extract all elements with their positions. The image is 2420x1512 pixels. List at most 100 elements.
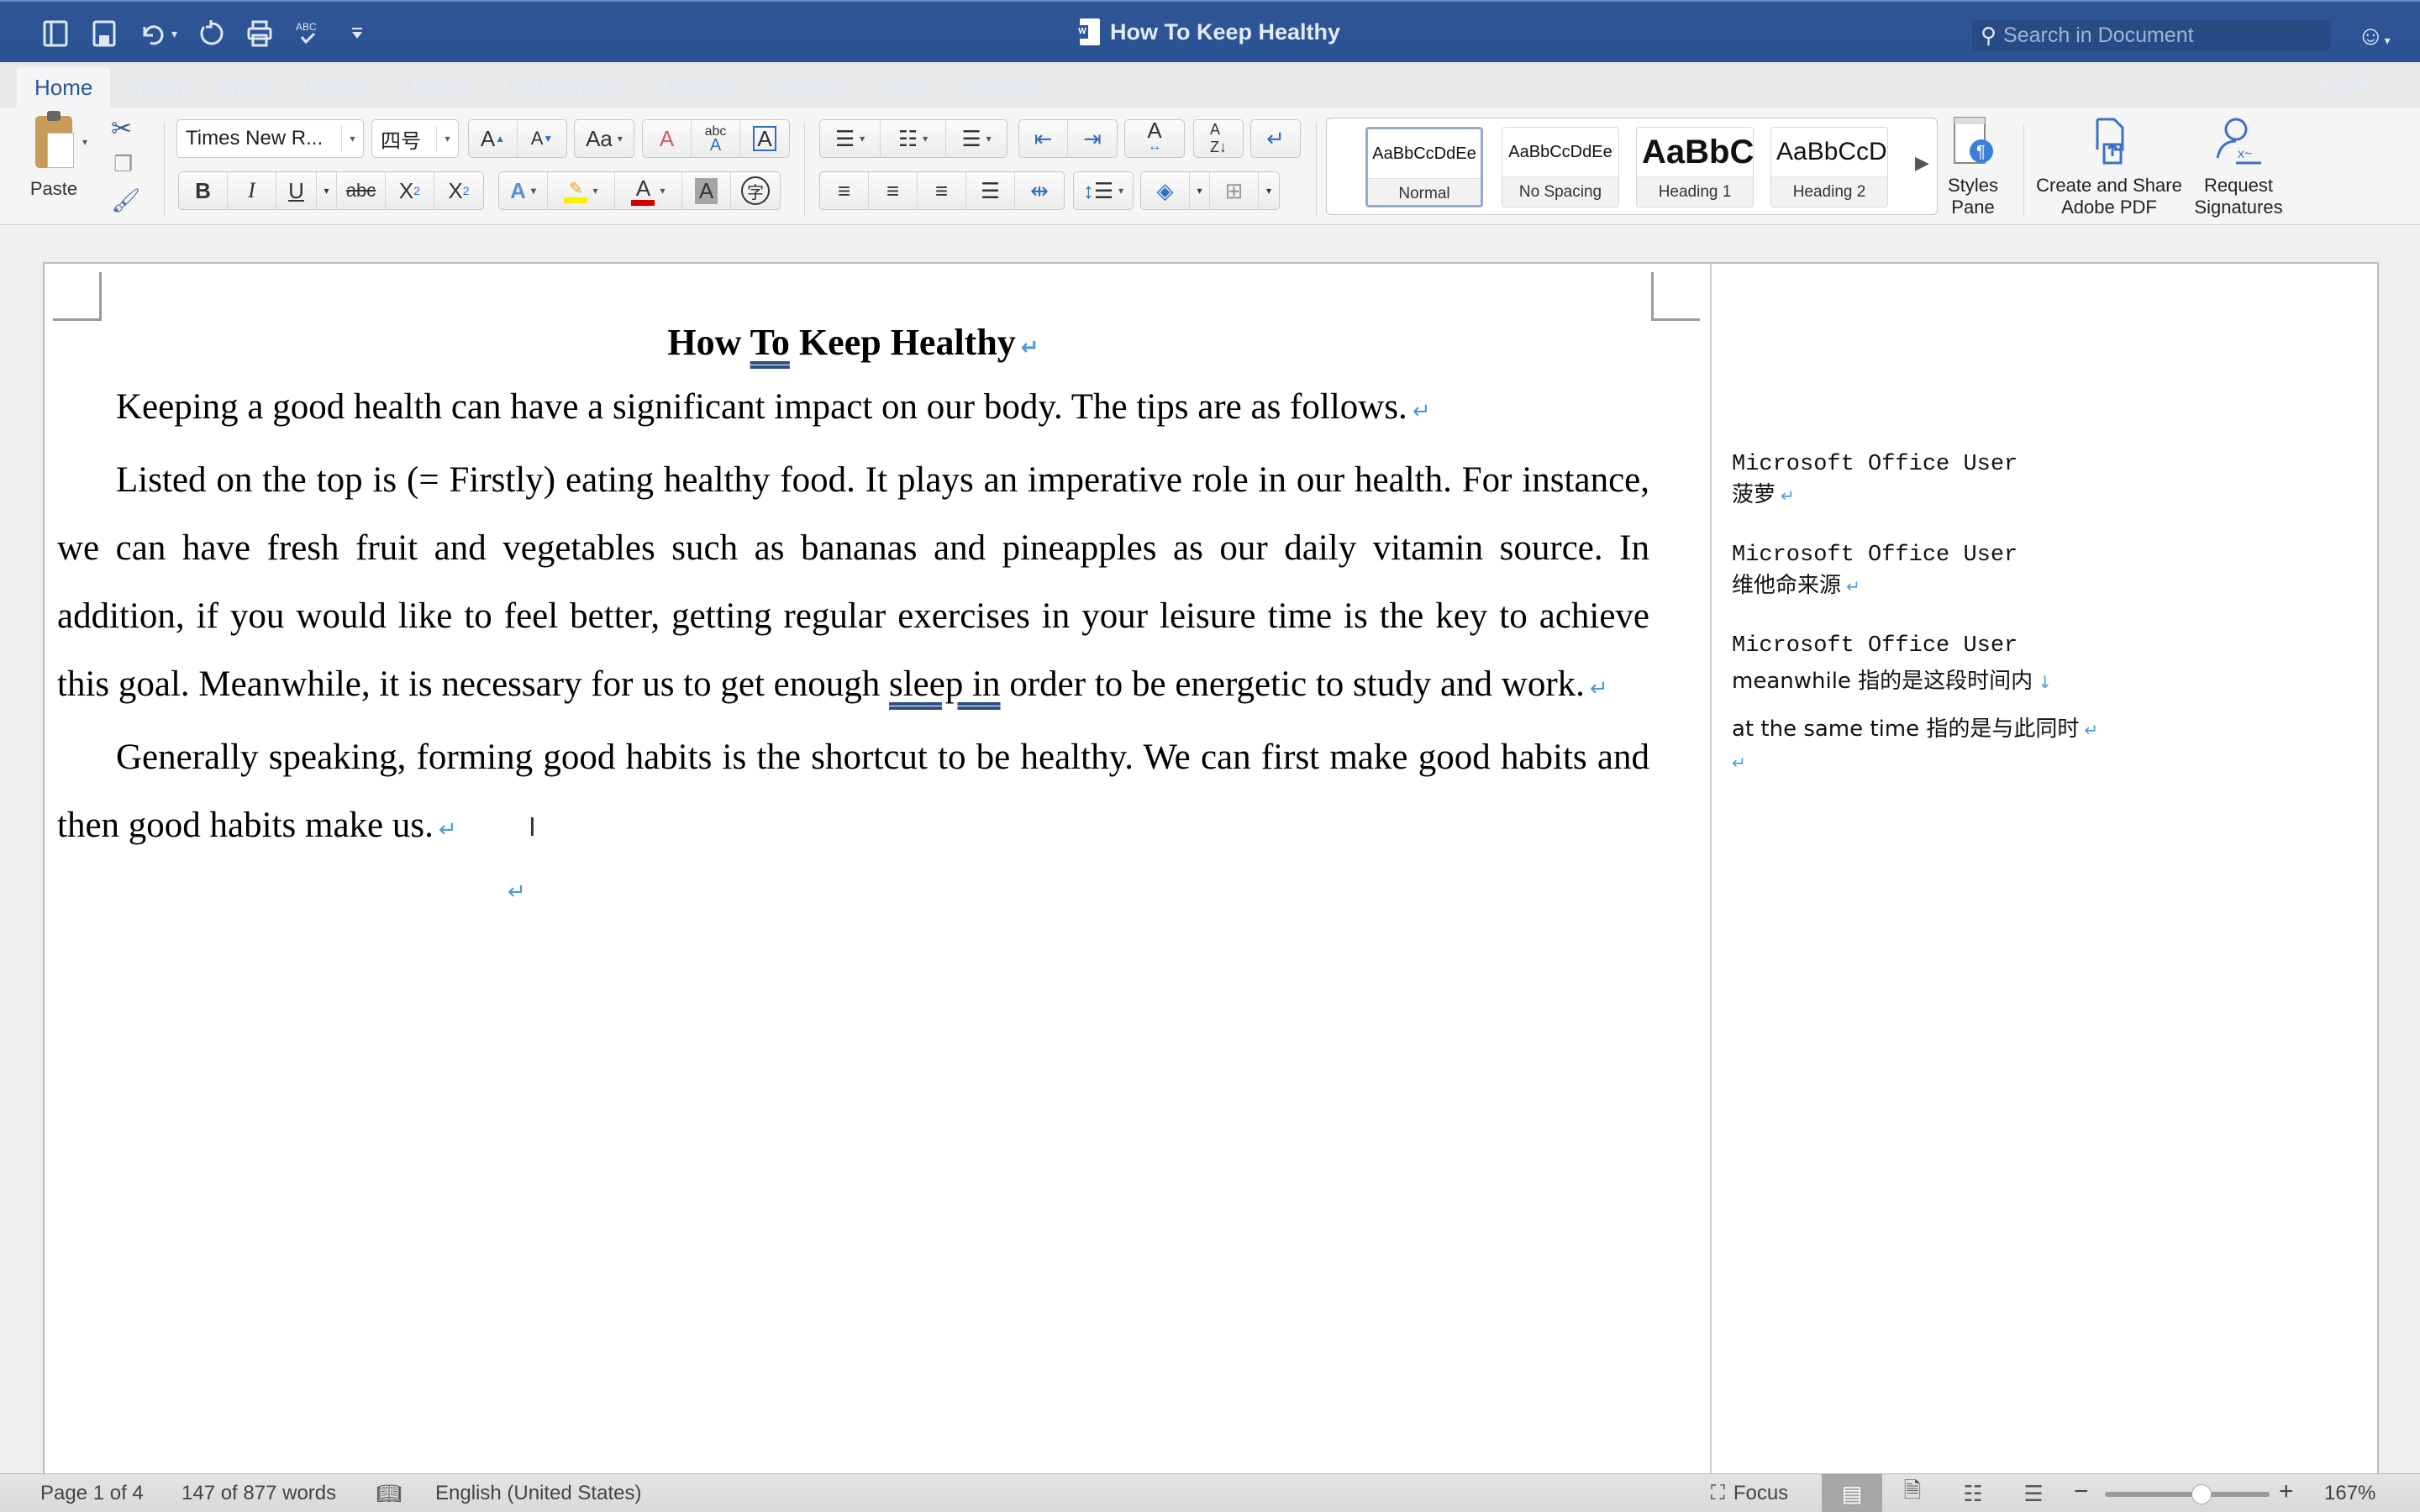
tab-review[interactable]: Review: [753, 67, 860, 108]
asian-layout-icon[interactable]: A ↔: [1125, 119, 1184, 157]
focus-button[interactable]: ⛶ Focus: [1711, 1482, 1788, 1505]
grow-font-icon[interactable]: A ▲: [469, 120, 518, 157]
request-signatures-button[interactable]: x~ Request Signatures: [2189, 114, 2288, 218]
line-spacing-icon[interactable]: ↕ ☰ ▾: [1074, 172, 1133, 209]
style-no-spacing[interactable]: AaBbCcDdEe No Spacing: [1502, 127, 1619, 207]
multilevel-list-icon[interactable]: ☰ ▾: [946, 120, 1007, 157]
change-case-icon[interactable]: Aa ▾: [575, 120, 634, 157]
create-share-pdf-button[interactable]: Create and Share Adobe PDF: [2032, 114, 2186, 218]
tab-draw[interactable]: Draw: [200, 67, 287, 108]
justify-icon[interactable]: ☰: [966, 172, 1015, 209]
word-count[interactable]: 147 of 877 words: [182, 1482, 336, 1505]
save-icon[interactable]: [89, 18, 119, 49]
alignment-group: ≡ ≡ ≡ ☰ ⇹: [819, 171, 1065, 210]
zoom-level[interactable]: 167%: [2324, 1482, 2375, 1505]
format-painter-icon[interactable]: 🖌︎: [111, 186, 141, 214]
font-color-icon[interactable]: A ▾: [615, 172, 682, 209]
commented-text[interactable]: sleep in: [889, 664, 1001, 704]
tab-view[interactable]: View: [860, 67, 943, 108]
style-heading-2[interactable]: AaBbCcDc Heading 2: [1770, 127, 1888, 207]
character-shading-icon[interactable]: A: [682, 172, 731, 209]
shading-icon[interactable]: ◈: [1141, 172, 1190, 209]
font-size-combo[interactable]: 四号 ▾: [371, 119, 459, 158]
print-icon[interactable]: [245, 18, 275, 49]
tab-layout[interactable]: Layout: [390, 67, 491, 108]
search-input[interactable]: [2003, 24, 2307, 48]
redo-icon[interactable]: [196, 18, 226, 49]
undo-icon[interactable]: ▾: [138, 18, 177, 49]
text-effects-icon[interactable]: A ▾: [499, 172, 548, 209]
borders-icon[interactable]: ⊞: [1210, 172, 1259, 209]
highlight-color-icon[interactable]: ✎ ▾: [548, 172, 615, 209]
bold-button[interactable]: B: [179, 172, 228, 209]
tab-acrobat[interactable]: Acrobat: [943, 67, 1054, 108]
comment[interactable]: Microsoft Office User 维他命来源 ↵: [1732, 541, 2018, 602]
distributed-icon[interactable]: ⇹: [1015, 172, 1064, 209]
zoom-slider[interactable]: [2105, 1484, 2270, 1504]
decrease-indent-icon[interactable]: ⇤: [1019, 120, 1068, 157]
zoom-in-button[interactable]: +: [2279, 1478, 2294, 1506]
comment[interactable]: Microsoft Office User meanwhile 指的是这段时间内…: [1732, 632, 2098, 779]
tab-home[interactable]: Home: [17, 67, 111, 108]
print-layout-view-icon[interactable]: ▤: [1822, 1474, 1882, 1512]
strikethrough-button[interactable]: abc: [337, 172, 386, 209]
style-heading-1[interactable]: AaBbCc Heading 1: [1636, 127, 1754, 207]
gallery-next-icon[interactable]: ▶: [1915, 152, 1929, 174]
copy-icon[interactable]: ❐: [113, 151, 133, 177]
align-center-icon[interactable]: ≡: [869, 172, 918, 209]
sort-icon[interactable]: A Z↓: [1194, 120, 1243, 157]
document-body[interactable]: How To Keep Healthy ↵ Keeping a good heal…: [57, 312, 1649, 932]
proofing-icon[interactable]: 📖︎: [376, 1482, 402, 1506]
paragraph-mark-icon: ↵: [2084, 720, 2099, 740]
comment[interactable]: Microsoft Office User 菠萝 ↵: [1732, 450, 2018, 512]
zoom-slider-thumb[interactable]: [2191, 1484, 2212, 1504]
tab-mailings[interactable]: Mailings: [638, 67, 753, 108]
chevron-down-icon[interactable]: ▾: [436, 125, 458, 152]
bullets-icon[interactable]: ☰ ▾: [820, 120, 881, 157]
numbering-icon[interactable]: ☷ ▾: [881, 120, 946, 157]
outline-view-icon[interactable]: ☷: [1943, 1474, 2003, 1512]
align-left-icon[interactable]: ≡: [820, 172, 869, 209]
align-right-icon[interactable]: ≡: [918, 172, 966, 209]
collapse-ribbon-icon[interactable]: ^: [2373, 71, 2382, 94]
search-box[interactable]: ⚲: [1972, 20, 2330, 51]
sidebar-icon[interactable]: [40, 18, 71, 49]
spellcheck-icon[interactable]: ABC: [293, 18, 324, 49]
paragraph-mark-icon: ↵: [1020, 335, 1039, 360]
share-button[interactable]: 👤︎+ Share: [2259, 69, 2370, 96]
italic-button[interactable]: I: [228, 172, 276, 209]
increase-indent-icon[interactable]: ⇥: [1068, 120, 1117, 157]
styles-pane-icon: ¶: [1954, 117, 1993, 164]
shading-dropdown-icon[interactable]: ▾: [1190, 172, 1210, 209]
paste-button[interactable]: Paste: [20, 111, 87, 200]
language-indicator[interactable]: English (United States): [435, 1482, 641, 1505]
superscript-button[interactable]: X2: [434, 172, 483, 209]
customize-toolbar-icon[interactable]: [342, 18, 372, 49]
paste-dropdown-icon[interactable]: ▾: [82, 136, 87, 148]
underline-dropdown-icon[interactable]: ▾: [317, 172, 337, 209]
character-border-icon[interactable]: A: [740, 120, 789, 157]
zoom-out-button[interactable]: −: [2074, 1478, 2089, 1506]
page-indicator[interactable]: Page 1 of 4: [40, 1482, 144, 1505]
draft-view-icon[interactable]: ☰: [2003, 1474, 2064, 1512]
tab-insert[interactable]: Insert: [110, 67, 200, 108]
style-normal[interactable]: AaBbCcDdEe Normal: [1365, 127, 1483, 207]
feedback-smiley-icon[interactable]: ☺▾: [2357, 20, 2391, 51]
subscript-button[interactable]: X2: [386, 172, 434, 209]
underline-button[interactable]: U: [276, 172, 317, 209]
tab-design[interactable]: Design: [287, 67, 390, 108]
clear-formatting-icon[interactable]: A: [643, 120, 692, 157]
styles-pane-button[interactable]: ¶ Styles Pane: [1943, 114, 2003, 218]
borders-dropdown-icon[interactable]: ▾: [1259, 172, 1279, 209]
cut-icon[interactable]: ✂: [111, 114, 132, 144]
sort-group: A Z↓: [1193, 119, 1244, 158]
tab-references[interactable]: References: [491, 67, 638, 108]
show-marks-group: ↵: [1250, 119, 1301, 158]
shrink-font-icon[interactable]: A ▼: [518, 120, 566, 157]
chevron-down-icon[interactable]: ▾: [341, 125, 363, 152]
enclose-characters-icon[interactable]: 字: [731, 172, 780, 209]
font-name-combo[interactable]: Times New R... ▾: [176, 119, 364, 158]
phonetic-guide-icon[interactable]: abc A: [692, 120, 740, 157]
show-formatting-marks-icon[interactable]: ↵: [1251, 120, 1300, 157]
web-layout-view-icon[interactable]: 🗎︎: [1882, 1474, 1943, 1512]
